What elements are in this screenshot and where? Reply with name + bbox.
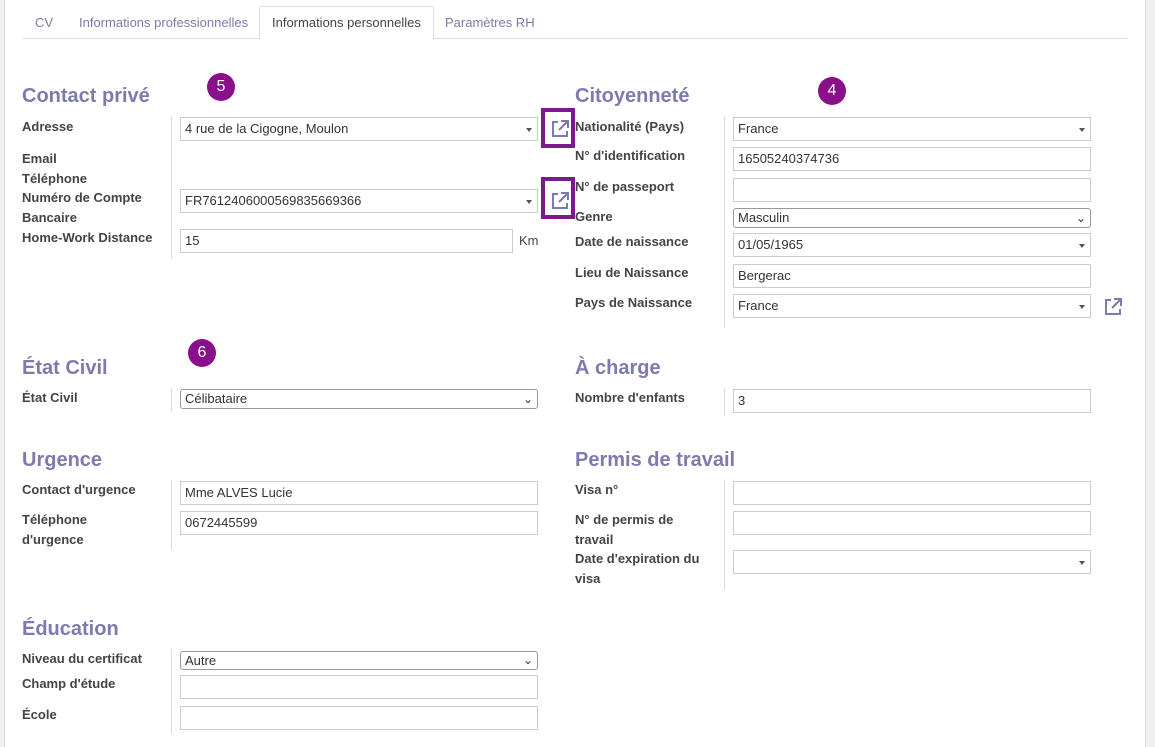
dropdown-caret-icon[interactable] xyxy=(526,128,532,132)
bank-account-value: FR7612406000569835669366 xyxy=(185,193,362,208)
certificate-level-value: Autre xyxy=(185,653,217,668)
tab-hr-settings[interactable]: Paramètres RH xyxy=(445,7,535,38)
children-count-input[interactable]: 3 xyxy=(733,389,1091,413)
civil-status-select[interactable]: Célibataire ⌄ xyxy=(180,389,538,409)
tab-professional-info[interactable]: Informations professionnelles xyxy=(79,7,248,38)
tabs-divider xyxy=(22,38,1127,39)
label-separator xyxy=(724,388,725,416)
certificate-level-select[interactable]: Autre ⌄ xyxy=(180,651,538,670)
home-work-distance-label: Home-Work Distance xyxy=(22,230,153,245)
external-link-icon[interactable] xyxy=(549,190,571,212)
emergency-contact-input[interactable]: Mme ALVES Lucie xyxy=(180,481,538,505)
birth-country-field[interactable]: France xyxy=(733,294,1091,318)
birth-country-value: France xyxy=(738,298,779,313)
email-label: Email xyxy=(22,151,57,166)
chevron-down-icon: ⌄ xyxy=(522,653,533,667)
dropdown-caret-icon[interactable] xyxy=(526,200,532,204)
visa-expiry-label-line2: visa xyxy=(575,571,601,586)
work-permit-input[interactable] xyxy=(733,511,1091,535)
label-separator xyxy=(724,480,725,590)
emergency-phone-label: Téléphone xyxy=(22,512,88,527)
section-title-work-permit: Permis de travail xyxy=(575,449,736,471)
gender-select[interactable]: Masculin ⌄ xyxy=(733,208,1091,228)
field-of-study-input[interactable] xyxy=(180,675,538,699)
dropdown-caret-icon[interactable] xyxy=(1079,128,1085,132)
identification-number-input[interactable]: 16505240374736 xyxy=(733,147,1091,171)
tab-cv[interactable]: CV xyxy=(35,7,53,38)
label-separator xyxy=(171,480,172,550)
tab-personal-info[interactable]: Informations personnelles xyxy=(259,6,434,40)
visa-expiry-label: Date d'expiration du xyxy=(575,551,700,566)
work-permit-label: N° de permis de xyxy=(575,512,674,527)
dropdown-caret-icon[interactable] xyxy=(1079,244,1085,248)
chevron-down-icon: ⌄ xyxy=(522,392,533,406)
civil-status-value: Célibataire xyxy=(185,391,248,406)
visa-number-label: Visa n° xyxy=(575,482,619,497)
label-separator xyxy=(171,388,172,412)
work-permit-label-line2: travail xyxy=(575,532,614,547)
chevron-down-icon: ⌄ xyxy=(1075,211,1086,225)
birthplace-label: Lieu de Naissance xyxy=(575,265,689,280)
label-separator xyxy=(171,116,172,259)
school-label: École xyxy=(22,707,57,722)
section-title-education: Éducation xyxy=(22,618,119,640)
emergency-phone-input[interactable]: 0672445599 xyxy=(180,511,538,535)
phone-label: Téléphone xyxy=(22,171,88,186)
section-title-emergency: Urgence xyxy=(22,449,103,471)
address-value: 4 rue de la Cigogne, Moulon xyxy=(185,121,349,136)
step-badge-5: 5 xyxy=(207,73,235,101)
visa-expiry-field[interactable] xyxy=(733,550,1091,574)
dropdown-caret-icon[interactable] xyxy=(1079,561,1085,565)
address-label: Adresse xyxy=(22,119,74,134)
label-separator xyxy=(724,116,725,328)
home-work-distance-input[interactable]: 15 xyxy=(180,229,513,253)
emergency-contact-label: Contact d'urgence xyxy=(22,482,136,497)
birthplace-input[interactable]: Bergerac xyxy=(733,264,1091,288)
label-separator xyxy=(171,649,172,734)
birth-country-label: Pays de Naissance xyxy=(575,295,693,310)
external-link-icon[interactable] xyxy=(1102,296,1124,318)
identification-number-label: N° d'identification xyxy=(575,148,686,163)
section-title-dependents: À charge xyxy=(575,357,661,379)
certificate-level-label: Niveau du certificat xyxy=(22,651,142,666)
address-field[interactable]: 4 rue de la Cigogne, Moulon xyxy=(180,117,538,141)
section-title-private-contact: Contact privé xyxy=(22,85,150,107)
step-badge-4: 4 xyxy=(818,77,846,105)
gender-value: Masculin xyxy=(738,210,790,225)
nationality-value: France xyxy=(738,121,779,136)
birthdate-value: 01/05/1965 xyxy=(738,237,804,252)
birthdate-field[interactable]: 01/05/1965 xyxy=(733,233,1091,257)
step-badge-6: 6 xyxy=(188,339,216,367)
section-title-citizenship: Citoyenneté xyxy=(575,85,690,107)
bank-account-label: Numéro de Compte xyxy=(22,190,142,205)
field-of-study-label: Champ d'étude xyxy=(22,676,116,691)
external-link-icon[interactable] xyxy=(549,118,571,140)
visa-number-input[interactable] xyxy=(733,481,1091,505)
emergency-phone-label-line2: d'urgence xyxy=(22,532,84,547)
gender-label: Genre xyxy=(575,209,613,224)
bank-account-field[interactable]: FR7612406000569835669366 xyxy=(180,189,538,213)
section-title-civil-status: État Civil xyxy=(22,357,108,379)
dropdown-caret-icon[interactable] xyxy=(1079,305,1085,309)
nationality-label: Nationalité (Pays) xyxy=(575,119,685,134)
passport-number-label: N° de passeport xyxy=(575,179,675,194)
distance-unit: Km xyxy=(519,233,539,248)
civil-status-label: État Civil xyxy=(22,390,78,405)
bank-account-label-line2: Bancaire xyxy=(22,210,77,225)
birthdate-label: Date de naissance xyxy=(575,234,689,249)
school-input[interactable] xyxy=(180,706,538,730)
nationality-field[interactable]: France xyxy=(733,117,1091,141)
children-count-label: Nombre d'enfants xyxy=(575,390,685,405)
passport-number-input[interactable] xyxy=(733,178,1091,202)
